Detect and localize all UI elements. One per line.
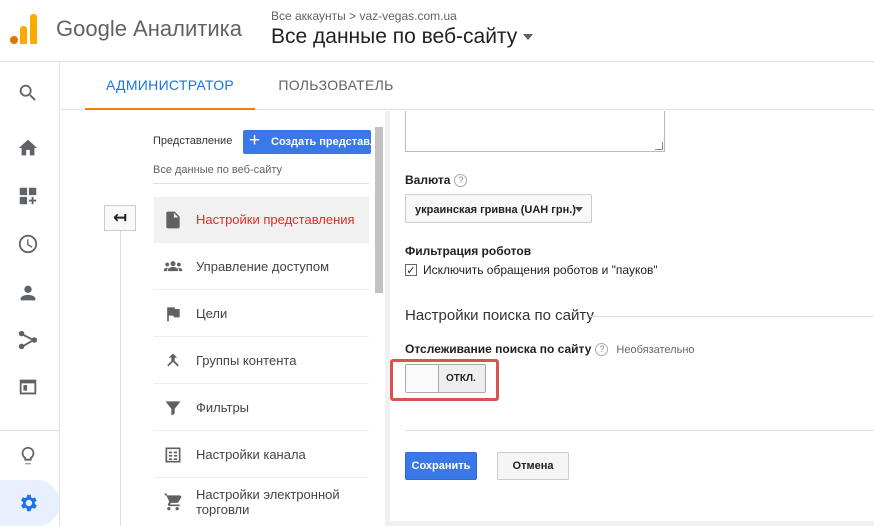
breadcrumb: Все аккаунты > vaz-vegas.com.ua <box>271 9 457 23</box>
admin-tabs: АДМИНИСТРАТОР ПОЛЬЗОВАТЕЛЬ <box>61 62 874 110</box>
nav-item-label: Управление доступом <box>196 259 330 274</box>
channel-icon <box>162 444 184 466</box>
create-view-label: Создать представление <box>271 136 371 148</box>
help-icon[interactable]: ? <box>454 174 468 188</box>
analytics-admin-page: Google Аналитика Все аккаунты > vaz-vega… <box>0 0 874 526</box>
nav-item-label: Группы контента <box>196 353 297 368</box>
chevron-down-icon <box>523 34 534 41</box>
resize-grip-icon[interactable] <box>655 142 663 150</box>
admin-body: Представление + Создать представление Вс… <box>85 111 874 526</box>
analytics-logo-icon[interactable] <box>10 14 38 44</box>
cart-icon <box>162 491 184 513</box>
bot-filter-checkbox[interactable]: ✓ <box>405 264 417 277</box>
nav-item-label: Настройки электронной торговли <box>196 487 340 517</box>
save-button[interactable]: Сохранить <box>405 452 477 480</box>
tab-user[interactable]: ПОЛЬЗОВАТЕЛЬ <box>266 62 406 110</box>
bot-filter-row: ✓ Исключить обращения роботов и "пауков" <box>405 263 658 277</box>
nav-item-view-settings[interactable]: Настройки представления <box>154 197 369 243</box>
nav-item-label: Настройки представления <box>196 212 355 227</box>
view-selector-label: Все данные по веб-сайту <box>271 25 518 48</box>
site-search-tracking-label: Отслеживание поиска по сайту? Необязатель… <box>405 342 695 357</box>
description-textarea[interactable] <box>405 111 665 152</box>
document-icon <box>162 209 184 231</box>
content-group-icon <box>162 350 184 372</box>
nav-item-goals[interactable]: Цели <box>154 291 369 337</box>
home-icon[interactable] <box>14 134 42 162</box>
nav-item-label: Фильтры <box>196 400 250 415</box>
optional-hint: Необязательно <box>616 344 695 356</box>
breadcrumb-root[interactable]: Все аккаунты <box>271 9 346 23</box>
view-settings-panel: Валюта? украинская гривна (UAH грн.) Фил… <box>390 111 874 521</box>
acquisition-icon[interactable] <box>14 326 42 354</box>
create-view-button[interactable]: + Создать представление <box>243 130 371 154</box>
help-icon[interactable]: ? <box>595 343 609 357</box>
nav-item-filters[interactable]: Фильтры <box>154 385 369 431</box>
currency-label: Валюта? <box>405 173 468 188</box>
site-search-toggle[interactable]: ОТКЛ. <box>405 364 486 393</box>
site-search-section-title: Настройки поиска по сайту <box>405 307 594 324</box>
admin-gear-icon <box>14 489 42 517</box>
view-column: Представление + Создать представление Вс… <box>85 111 385 526</box>
section-divider <box>590 316 874 317</box>
currency-select-value: украинская гривна (UAH грн.) <box>415 204 576 216</box>
realtime-icon[interactable] <box>14 230 42 258</box>
top-header: Google Аналитика Все аккаунты > vaz-vega… <box>0 0 874 62</box>
users-icon <box>162 256 184 278</box>
toggle-knob <box>406 365 439 392</box>
admin-nav-item[interactable] <box>0 480 60 526</box>
nav-item-channel-settings[interactable]: Настройки канала <box>154 432 369 478</box>
currency-label-text: Валюта <box>405 173 451 187</box>
audience-icon[interactable] <box>14 279 42 307</box>
view-selector[interactable]: Все данные по веб-сайту <box>271 25 534 49</box>
breadcrumb-account[interactable]: vaz-vegas.com.ua <box>359 9 456 23</box>
customization-icon[interactable] <box>14 182 42 210</box>
form-divider <box>405 430 874 431</box>
nav-item-label: Настройки канала <box>196 447 306 462</box>
discover-icon[interactable] <box>14 442 42 470</box>
nav-item-ecommerce-settings[interactable]: Настройки электронной торговли <box>154 479 369 525</box>
brand-title: Google Аналитика <box>56 16 242 41</box>
current-view-name: Все данные по веб-сайту <box>153 164 283 176</box>
back-arrow-icon[interactable]: ↤ <box>104 205 136 231</box>
search-icon[interactable] <box>14 79 42 107</box>
breadcrumb-separator: > <box>349 9 357 23</box>
nav-item-access-management[interactable]: Управление доступом <box>154 244 369 290</box>
bot-filter-checkbox-label[interactable]: Исключить обращения роботов и "пауков" <box>423 263 658 277</box>
bot-filtering-label: Фильтрация роботов <box>405 244 532 258</box>
column-guide-line <box>120 231 121 526</box>
currency-select[interactable]: украинская гривна (UAH грн.) <box>405 194 592 223</box>
cancel-button[interactable]: Отмена <box>497 452 569 480</box>
nav-item-content-groups[interactable]: Группы контента <box>154 338 369 384</box>
chevron-down-icon <box>575 207 583 212</box>
site-search-tracking-text: Отслеживание поиска по сайту <box>405 342 592 356</box>
left-rail <box>0 62 60 526</box>
toggle-state-label: ОТКЛ. <box>446 373 476 384</box>
filter-icon <box>162 397 184 419</box>
rail-divider <box>0 430 60 431</box>
column-scrollbar[interactable] <box>375 127 383 293</box>
tab-administrator[interactable]: АДМИНИСТРАТОР <box>85 62 255 110</box>
behavior-icon[interactable] <box>14 373 42 401</box>
view-underline <box>153 183 369 184</box>
column-title: Представление <box>153 135 233 147</box>
flag-icon <box>162 303 184 325</box>
plus-icon: + <box>249 130 261 151</box>
nav-item-label: Цели <box>196 306 228 321</box>
